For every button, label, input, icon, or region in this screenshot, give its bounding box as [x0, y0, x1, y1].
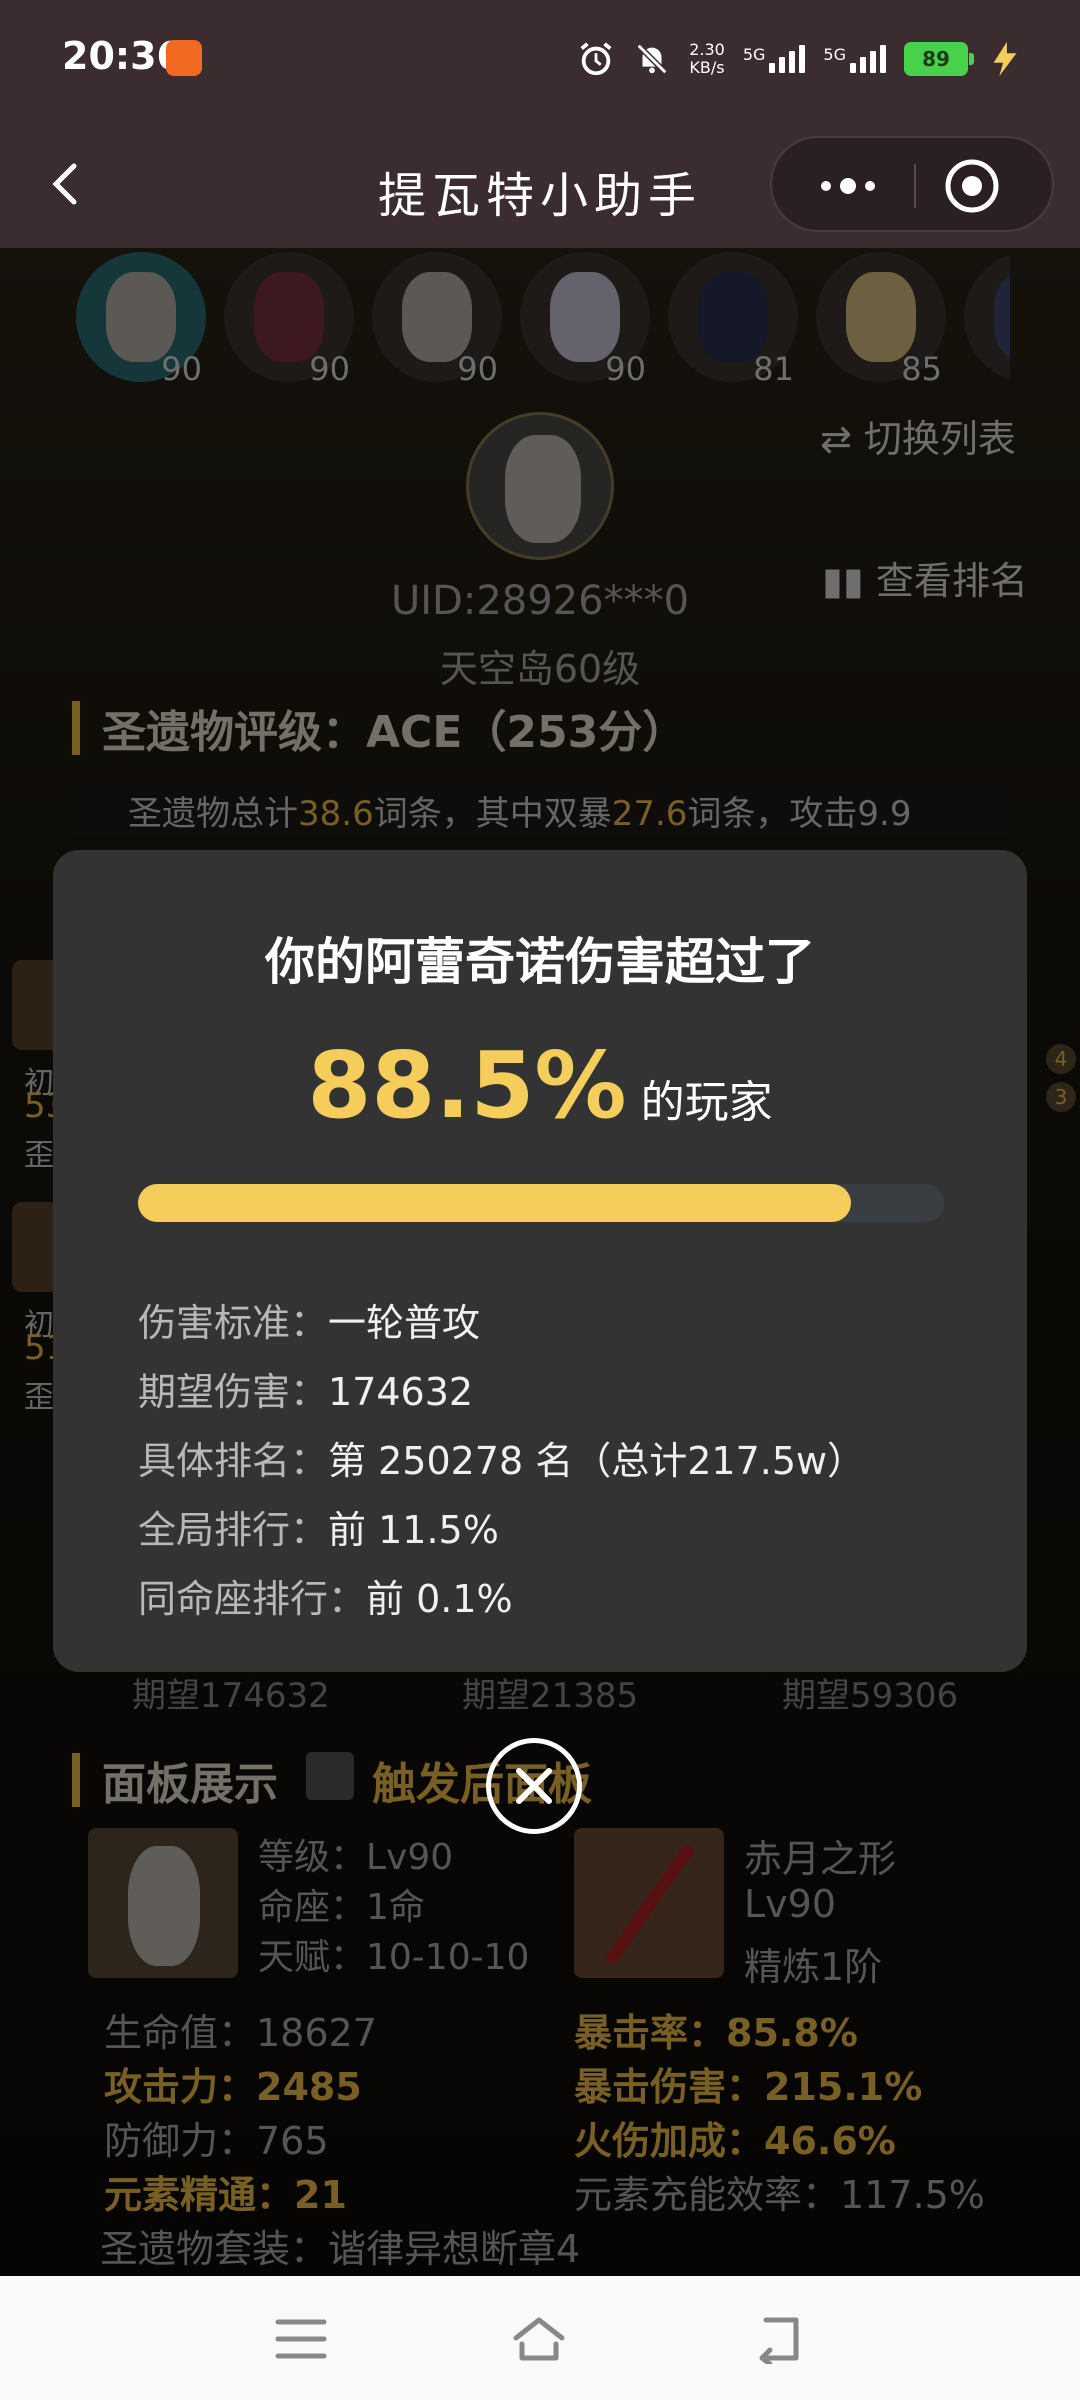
back-icon[interactable]	[752, 2314, 806, 2364]
capsule-divider	[914, 164, 916, 208]
signal-label: 5G	[742, 45, 766, 64]
row-value: 前 11.5%	[328, 1508, 499, 1552]
row-value: 前 0.1%	[366, 1577, 513, 1621]
percentile-progress-bar	[138, 1184, 944, 1222]
percentile-suffix: 的玩家	[640, 1077, 773, 1128]
signal-label: 5G	[823, 45, 846, 64]
dialog-title: 你的阿蕾奇诺伤害超过了	[265, 933, 815, 991]
charging-bolt-icon	[993, 41, 1017, 77]
more-dots-icon[interactable]	[808, 166, 888, 206]
row-value: 第 250278 名（总计217.5w）	[328, 1439, 866, 1483]
specific-rank-row: 具体排名：第 250278 名（总计217.5w）	[138, 1430, 865, 1485]
battery-indicator: 89	[904, 42, 974, 76]
signal-5g-2: 5G	[823, 45, 886, 73]
home-icon[interactable]	[512, 2314, 566, 2364]
menu-icon[interactable]	[274, 2314, 328, 2364]
global-rank-row: 全局排行：前 11.5%	[138, 1499, 499, 1554]
status-icons: 2.30 KB/s 5G 5G 89	[577, 34, 1024, 84]
system-navigation-bar	[0, 2276, 1080, 2400]
mini-program-nav-bar: 提瓦特小助手	[0, 118, 1080, 248]
row-key: 具体排名：	[138, 1439, 329, 1483]
percentile-progress-fill	[138, 1184, 852, 1222]
damage-ranking-dialog: 你的阿蕾奇诺伤害超过了 88.5% 的玩家 伤害标准：一轮普攻 期望伤害：174…	[53, 850, 1027, 1672]
taobao-notification-icon	[166, 40, 202, 76]
close-dialog-button[interactable]	[486, 1738, 582, 1834]
row-key: 同命座排行：	[138, 1577, 367, 1621]
percentile-value: 88.5%	[307, 1032, 627, 1139]
network-speed: 2.30 KB/s	[689, 41, 725, 77]
row-value: 174632	[328, 1370, 474, 1414]
same-constellation-rank-row: 同命座排行：前 0.1%	[138, 1568, 513, 1623]
signal-5g-1: 5G	[743, 45, 806, 73]
mute-bell-icon	[636, 43, 668, 75]
network-speed-unit: KB/s	[689, 58, 725, 77]
damage-standard-row: 伤害标准：一轮普攻	[138, 1292, 480, 1347]
row-value: 一轮普攻	[328, 1301, 481, 1345]
row-key: 全局排行：	[138, 1508, 329, 1552]
clock: 20:36	[62, 34, 183, 78]
exit-circle-icon[interactable]	[942, 156, 1002, 216]
alarm-icon	[580, 42, 612, 76]
close-icon	[516, 1768, 552, 1804]
capsule-menu	[770, 136, 1054, 232]
expected-damage-row: 期望伤害：174632	[138, 1361, 473, 1416]
row-key: 伤害标准：	[138, 1301, 329, 1345]
status-bar: 20:36 2.30 KB/s 5G 5G 89	[0, 0, 1080, 118]
row-key: 期望伤害：	[138, 1370, 329, 1414]
percentile-row: 88.5% 的玩家	[53, 1032, 1027, 1139]
network-speed-value: 2.30	[689, 40, 725, 59]
